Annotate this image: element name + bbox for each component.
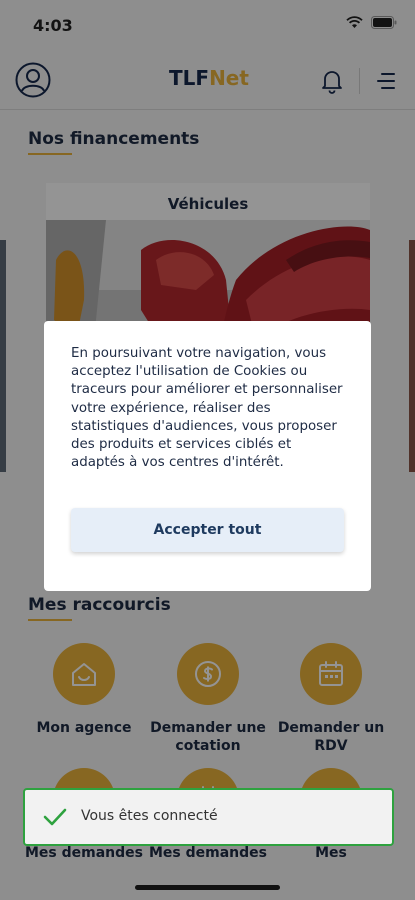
accept-all-button[interactable]: Accepter tout xyxy=(71,508,344,552)
check-icon xyxy=(43,808,67,826)
cookie-consent-dialog: En poursuivant votre navigation, vous ac… xyxy=(44,321,371,591)
cookie-consent-text: En poursuivant votre navigation, vous ac… xyxy=(71,346,343,471)
connection-toast: Vous êtes connecté xyxy=(23,788,394,846)
home-indicator[interactable] xyxy=(135,885,280,890)
toast-message: Vous êtes connecté xyxy=(81,808,218,824)
